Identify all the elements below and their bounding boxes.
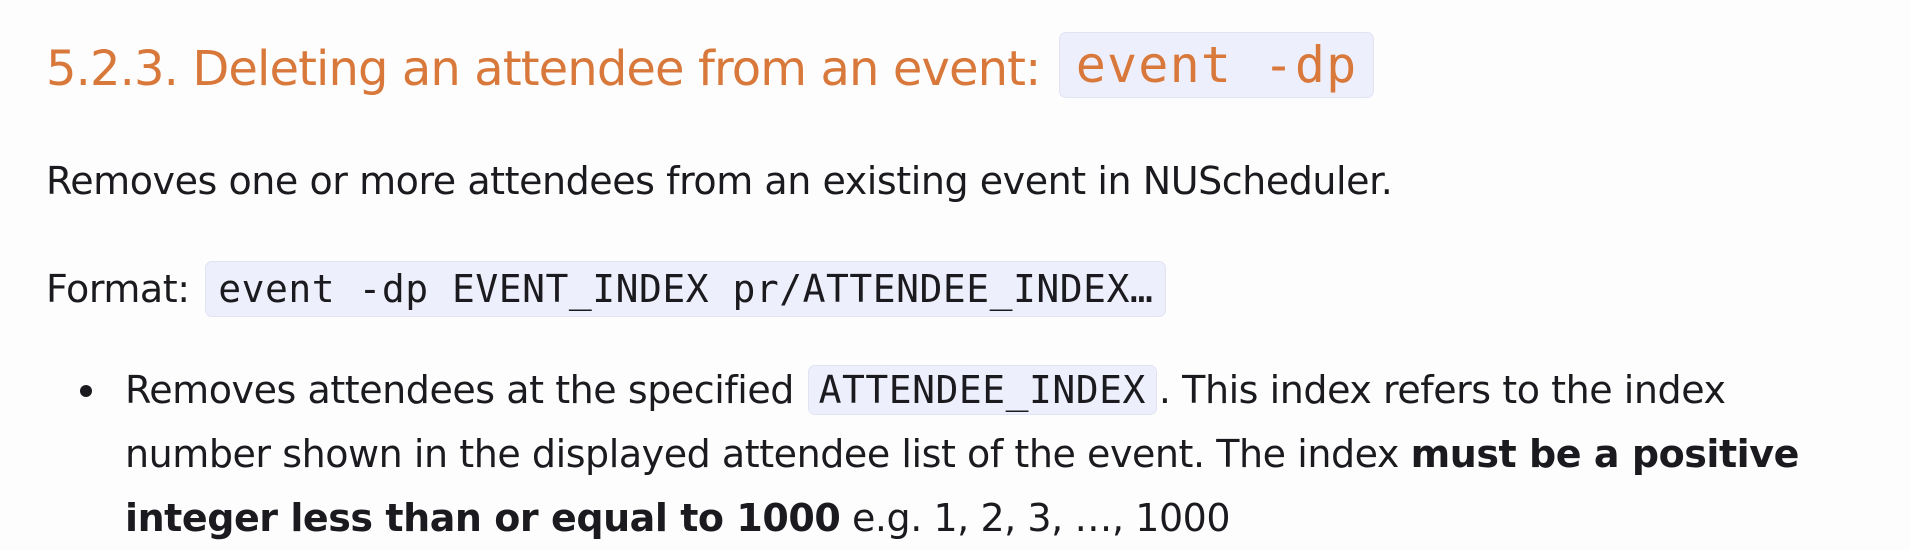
bullet-bold-text: must be a positive [1410, 432, 1800, 476]
section-heading-text: 5.2.3. Deleting an attendee from an even… [46, 41, 1041, 97]
list-item: Removes attendees at the specified ATTEN… [0, 358, 1799, 550]
heading-command-code: event -dp [1058, 32, 1375, 98]
section-heading: 5.2.3. Deleting an attendee from an even… [46, 32, 1375, 105]
document-page: 5.2.3. Deleting an attendee from an even… [0, 0, 1910, 550]
usage-notes-list: Removes attendees at the specified ATTEN… [0, 358, 1799, 550]
format-line: Format: event -dp EVENT_INDEX pr/ATTENDE… [46, 261, 1167, 317]
format-label: Format: [46, 267, 190, 311]
bullet-line-2: number shown in the displayed attendee l… [125, 422, 1799, 486]
bullet-line-1: Removes attendees at the specified ATTEN… [125, 358, 1799, 422]
command-description: Removes one or more attendees from an ex… [46, 159, 1393, 203]
attendee-index-code: ATTENDEE_INDEX [807, 365, 1157, 415]
bullet-text: . This index refers to the index [1158, 368, 1726, 412]
bullet-text: number shown in the displayed attendee l… [125, 432, 1399, 476]
bullet-line-3: integer less than or equal to 1000 e.g. … [125, 486, 1799, 550]
format-code: event -dp EVENT_INDEX pr/ATTENDEE_INDEX… [205, 261, 1167, 317]
bullet-text: Removes attendees at the specified [125, 368, 794, 412]
bullet-text: e.g. 1, 2, 3, …, 1000 [851, 496, 1231, 540]
bullet-icon [80, 385, 92, 397]
bullet-bold-text: integer less than or equal to 1000 [125, 496, 841, 540]
